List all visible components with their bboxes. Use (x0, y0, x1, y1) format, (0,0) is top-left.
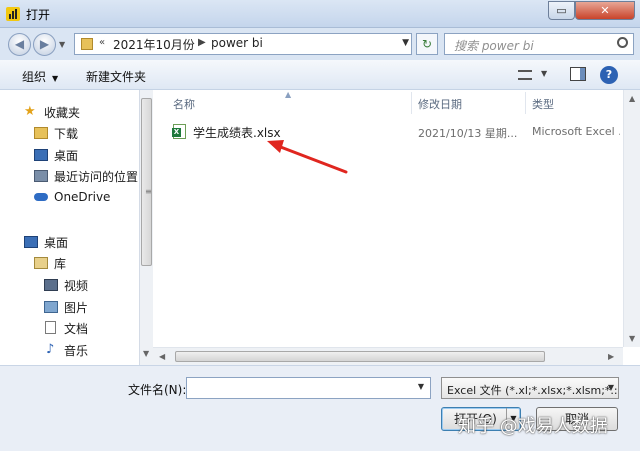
nav-scroll-thumb[interactable]: ≡ (141, 98, 152, 266)
title-bar: 打开 ▭ ✕ (0, 0, 640, 28)
nav-scrollbar[interactable]: ≡ ▼ (139, 90, 153, 365)
address-row: ◀ ▶ ▼ « 2021年10月份 ▶ power bi ▼ ↻ 搜索 powe… (0, 28, 640, 60)
folder-icon (81, 38, 93, 50)
filename-label: 文件名(N): (128, 383, 187, 397)
column-header-type[interactable]: 类型 (532, 96, 554, 112)
search-placeholder: 搜索 power bi (454, 39, 534, 53)
nav-label: 下载 (54, 127, 79, 141)
search-icon[interactable] (617, 37, 628, 48)
nav-label: 库 (54, 257, 67, 271)
scroll-up-icon[interactable]: ▲ (629, 94, 635, 103)
close-button[interactable]: ✕ (575, 1, 635, 20)
sort-indicator-icon: ▲ (285, 90, 292, 99)
scroll-down-icon[interactable]: ▼ (629, 334, 635, 343)
forward-button[interactable]: ▶ (33, 33, 56, 56)
star-icon: ★ (24, 104, 36, 119)
column-divider[interactable] (525, 92, 526, 114)
breadcrumb-item[interactable]: 2021年10月份 (113, 36, 195, 53)
desktop-icon (24, 236, 38, 248)
back-button[interactable]: ◀ (8, 33, 31, 56)
nav-label: 收藏夹 (44, 106, 81, 120)
nav-label: 桌面 (44, 236, 69, 250)
search-input[interactable]: 搜索 power bi (444, 33, 634, 55)
chevron-down-icon: ▼ (52, 74, 59, 83)
library-icon (34, 257, 48, 269)
address-bar[interactable]: « 2021年10月份 ▶ power bi ▼ (74, 33, 412, 55)
chevron-down-icon[interactable]: ▼ (418, 382, 424, 391)
nav-label: 音乐 (64, 344, 89, 358)
nav-label: OneDrive (54, 190, 111, 204)
cloud-icon (34, 193, 48, 201)
organize-label: 组织 (22, 70, 47, 84)
recent-places-icon (34, 170, 48, 182)
breadcrumb-item[interactable]: power bi (211, 36, 263, 50)
desktop-icon (34, 149, 48, 161)
file-modified: 2021/10/13 星期... (418, 127, 518, 140)
window-title: 打开 (26, 8, 51, 22)
file-type: Microsoft Excel ... (532, 125, 620, 138)
command-bar: 组织 ▼ 新建文件夹 ▼ ? (0, 60, 640, 90)
downloads-icon (34, 127, 48, 139)
chevron-down-icon[interactable]: ▼ (402, 38, 409, 48)
navigation-pane: ★ 收藏夹 下载 桌面 最近访问的位置 OneDrive 桌面 库 视频 图片 … (0, 90, 139, 365)
column-header-modified[interactable]: 修改日期 (418, 96, 462, 112)
nav-label: 最近访问的位置 (54, 170, 139, 184)
file-list: ▲ 名称 修改日期 类型 X 学生成绩表.xlsx 2021/10/13 星期.… (153, 90, 640, 347)
nav-label: 视频 (64, 279, 89, 293)
column-divider[interactable] (411, 92, 412, 114)
change-view-icon[interactable] (518, 70, 532, 80)
nav-label: 桌面 (54, 149, 79, 163)
watermark: 知乎 @戏易人数据 (458, 416, 608, 437)
preview-pane-button[interactable] (570, 67, 586, 81)
recent-pages-dropdown[interactable]: ▼ (59, 40, 65, 49)
chevron-down-icon[interactable]: ▼ (541, 69, 547, 78)
refresh-button[interactable]: ↻ (416, 33, 438, 55)
file-list-vertical-scrollbar[interactable]: ▲ ▼ (623, 90, 640, 347)
file-list-horizontal-scrollbar[interactable]: ◀ ▶ (153, 347, 623, 365)
new-folder-button[interactable]: 新建文件夹 (86, 68, 146, 85)
bottom-pane: 文件名(N): ▼ Excel 文件 (*.xl;*.xlsx;*.xlsm;*… (0, 365, 640, 451)
document-icon (45, 321, 56, 334)
filter-value: Excel 文件 (*.xl;*.xlsx;*.xlsm;*.: (447, 384, 618, 397)
nav-label: 图片 (64, 301, 89, 315)
excel-file-icon: X (172, 124, 186, 139)
breadcrumb-chevron-icon[interactable]: ▶ (198, 37, 206, 48)
breadcrumb-overflow[interactable]: « (99, 37, 105, 48)
file-row[interactable]: X 学生成绩表.xlsx 2021/10/13 星期... Microsoft … (153, 120, 623, 142)
nav-label: 文档 (64, 322, 89, 336)
file-type-filter[interactable]: Excel 文件 (*.xl;*.xlsx;*.xlsm;*.: ▼ (441, 377, 619, 399)
scroll-left-icon[interactable]: ◀ (159, 352, 165, 361)
music-icon: ♪ (46, 342, 55, 357)
organize-button[interactable]: 组织 ▼ (22, 68, 58, 85)
file-name: 学生成绩表.xlsx (193, 126, 281, 140)
help-icon[interactable]: ? (600, 66, 618, 84)
scroll-right-icon[interactable]: ▶ (608, 352, 614, 361)
column-header-name[interactable]: 名称 (173, 96, 195, 112)
picture-icon (44, 301, 58, 313)
filename-input[interactable]: ▼ (186, 377, 431, 399)
chevron-down-icon[interactable]: ▼ (608, 383, 614, 392)
scroll-down-icon[interactable]: ▼ (143, 349, 149, 358)
power-bi-icon (6, 7, 20, 21)
horizontal-scroll-thumb[interactable] (175, 351, 545, 362)
maximize-button[interactable]: ▭ (548, 1, 575, 20)
video-icon (44, 279, 58, 291)
